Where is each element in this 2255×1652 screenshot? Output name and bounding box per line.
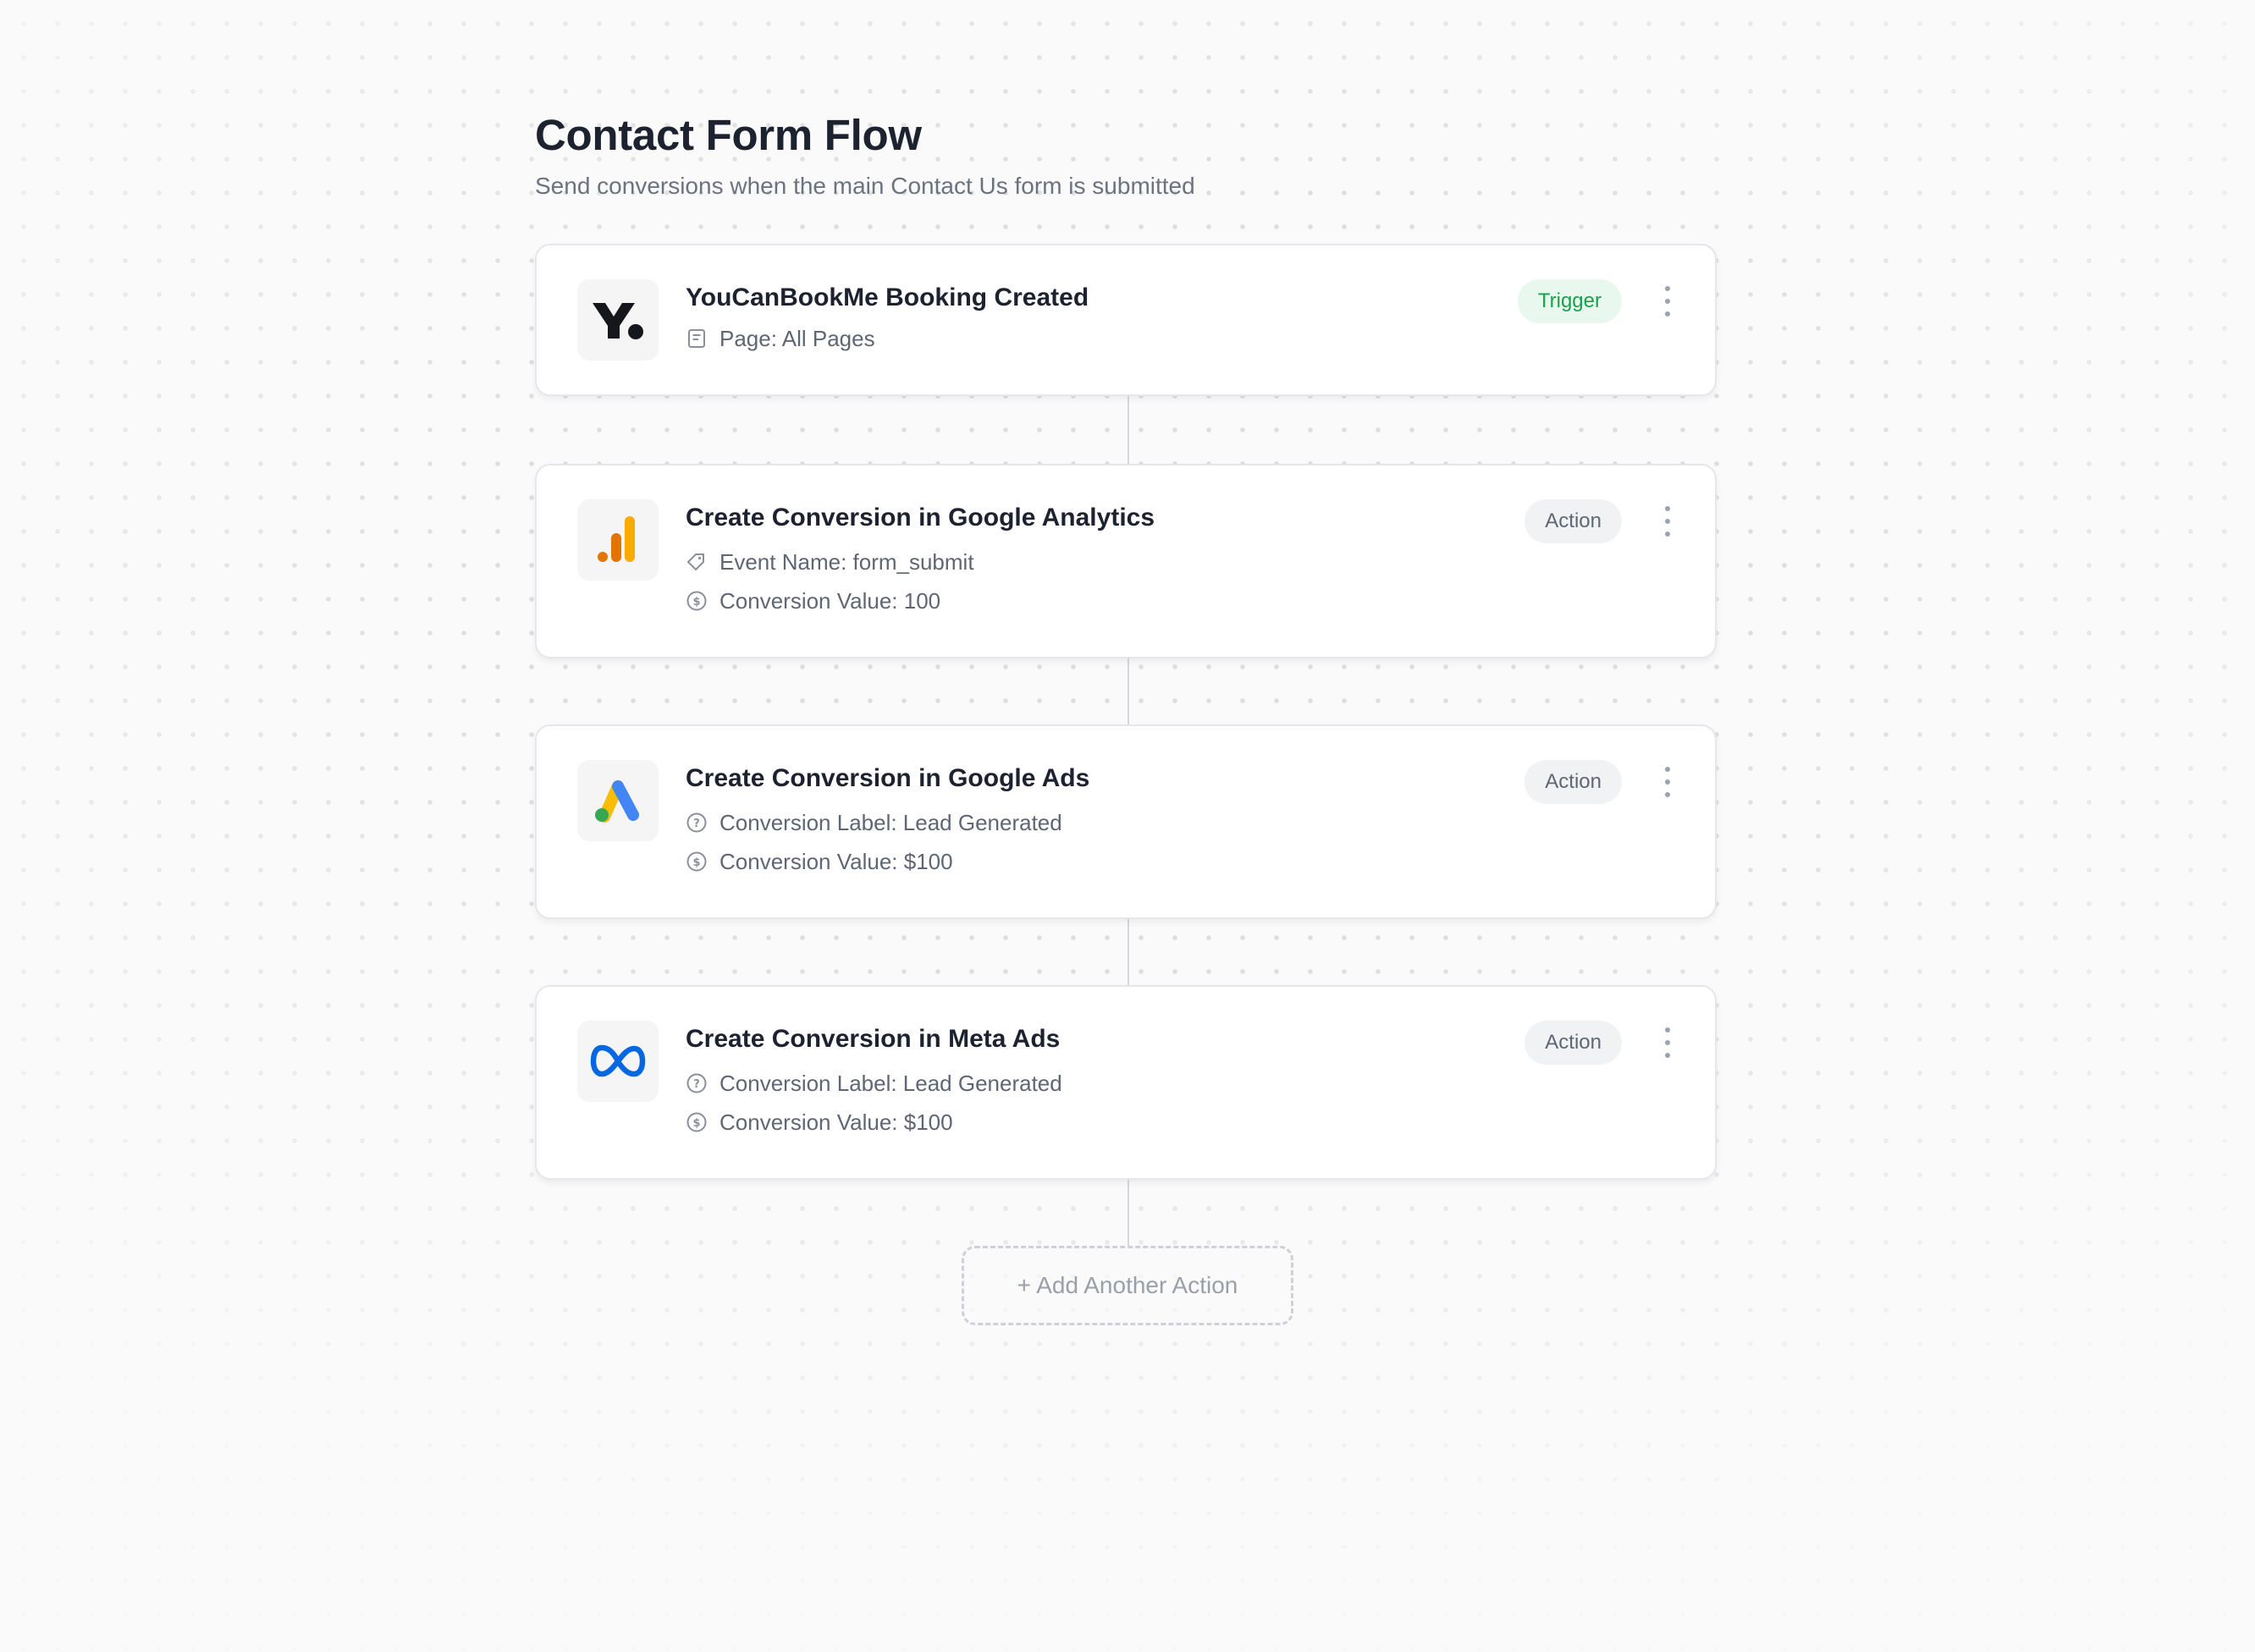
step-card-meta-ads[interactable]: Create Conversion in Meta Ads ? Conversi… [535, 985, 1717, 1180]
more-options-icon[interactable] [1662, 286, 1673, 317]
tag-icon [686, 551, 708, 573]
connector-line [1128, 1178, 1129, 1246]
meta-logo [577, 1021, 659, 1102]
connector-line [1128, 394, 1129, 465]
page-icon [686, 328, 708, 350]
step-detail: $ Conversion Value: $100 [686, 1107, 953, 1137]
more-options-icon[interactable] [1662, 1027, 1673, 1058]
step-title: Create Conversion in Google Ads [686, 764, 1090, 792]
step-title: Create Conversion in Meta Ads [686, 1025, 1061, 1053]
step-detail: $ Conversion Value: 100 [686, 586, 940, 616]
more-options-icon[interactable] [1662, 506, 1673, 537]
google-ads-logo [577, 760, 659, 841]
dollar-icon: $ [686, 1111, 708, 1133]
dollar-icon: $ [686, 851, 708, 873]
step-detail-text: Conversion Value: $100 [720, 849, 953, 874]
page-title: Contact Form Flow [535, 111, 922, 159]
svg-text:$: $ [692, 596, 700, 608]
step-detail-text: Conversion Value: 100 [720, 588, 941, 614]
step-detail-text: Conversion Label: Lead Generated [720, 1071, 1062, 1096]
action-badge: Action [1524, 499, 1622, 543]
svg-text:?: ? [693, 1078, 700, 1091]
step-title: Create Conversion in Google Analytics [686, 504, 1155, 531]
step-card-google-analytics[interactable]: Create Conversion in Google Analytics Ev… [535, 464, 1717, 658]
step-detail: ? Conversion Label: Lead Generated [686, 1068, 1062, 1099]
svg-text:$: $ [692, 856, 700, 869]
action-badge: Action [1524, 760, 1622, 804]
step-title: YouCanBookMe Booking Created [686, 284, 1089, 311]
youcanbookme-logo [577, 279, 659, 361]
step-detail-text: Event Name: form_submit [720, 549, 974, 575]
step-detail: Page: All Pages [686, 323, 875, 354]
svg-text:$: $ [692, 1117, 700, 1130]
trigger-badge: Trigger [1517, 279, 1622, 323]
step-detail-text: Conversion Label: Lead Generated [720, 810, 1062, 835]
step-detail: $ Conversion Value: $100 [686, 846, 953, 877]
connector-line [1128, 917, 1129, 987]
step-card-google-ads[interactable]: Create Conversion in Google Ads ? Conver… [535, 724, 1717, 919]
flow-canvas: Contact Form Flow Send conversions when … [535, 0, 1720, 1652]
svg-text:?: ? [693, 818, 700, 830]
step-detail-text: Page: All Pages [720, 326, 875, 351]
more-options-icon[interactable] [1662, 767, 1673, 797]
step-detail: ? Conversion Label: Lead Generated [686, 807, 1062, 838]
action-badge: Action [1524, 1021, 1622, 1065]
page-subtitle: Send conversions when the main Contact U… [535, 173, 1195, 199]
step-card-trigger[interactable]: YouCanBookMe Booking Created Page: All P… [535, 244, 1717, 396]
step-detail: Event Name: form_submit [686, 547, 974, 577]
help-circle-icon: ? [686, 1072, 708, 1094]
help-circle-icon: ? [686, 812, 708, 834]
connector-line [1128, 657, 1129, 726]
add-another-action-button[interactable]: + Add Another Action [962, 1246, 1293, 1325]
google-analytics-logo [577, 499, 659, 581]
step-detail-text: Conversion Value: $100 [720, 1110, 953, 1135]
dollar-icon: $ [686, 590, 708, 612]
